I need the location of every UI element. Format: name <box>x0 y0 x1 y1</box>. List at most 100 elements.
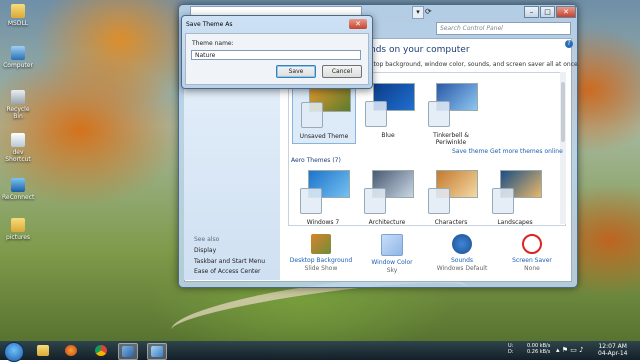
desktop-icon-reconnect[interactable]: ReConnect <box>2 178 34 201</box>
theme-name-input[interactable]: Nature <box>191 50 361 60</box>
setting-value: Windows Default <box>436 265 488 272</box>
taskbar-personalize[interactable] <box>118 343 138 360</box>
screen-saver-setting[interactable]: Screen Saver None <box>497 234 567 272</box>
scrollbar-thumb[interactable] <box>561 82 565 142</box>
setting-label: Window Color <box>371 259 413 266</box>
setting-label: Screen Saver <box>512 257 552 264</box>
desktop-icon-label: ReConnect <box>2 194 35 201</box>
setting-value: Sky <box>386 267 398 274</box>
maximize-button[interactable]: □ <box>540 6 555 18</box>
cancel-button[interactable]: Cancel <box>322 65 362 78</box>
refresh-icon[interactable]: ⟳ <box>425 6 435 17</box>
taskbar-control-panel[interactable] <box>147 343 167 360</box>
page-subtitle: ktop background, window color, sounds, a… <box>370 61 580 68</box>
monitor-icon[interactable]: ▭ <box>570 346 577 354</box>
desktop-icon-label: pictures <box>5 234 31 241</box>
file-explorer-icon <box>37 345 49 356</box>
setting-value: Slide Show <box>304 265 338 272</box>
desktop-icon-label: Recycle Bin <box>6 106 30 120</box>
theme-label: Windows 7 <box>306 219 340 226</box>
theme-name-label: Theme name: <box>192 40 234 47</box>
theme-landscapes[interactable]: Landscapes <box>484 170 546 226</box>
network-icon <box>11 178 25 192</box>
dialog-title: Save Theme As <box>186 21 233 28</box>
theme-label: Tinkerbell & Periwinkle <box>433 132 469 146</box>
desktop-icon-label: Computer <box>3 62 33 69</box>
clock-date: 04-Apr-14 <box>598 350 628 357</box>
see-also-display[interactable]: Display <box>194 247 216 254</box>
desktop-background-setting[interactable]: Desktop Background Slide Show <box>286 234 356 272</box>
theme-glass-preview <box>364 188 386 214</box>
see-also-ease-of-access[interactable]: Ease of Access Center <box>194 268 261 275</box>
theme-glass-preview <box>365 101 387 127</box>
desktop-background-icon <box>311 234 331 254</box>
save-theme-link[interactable]: Save theme <box>452 148 488 155</box>
control-panel-icon <box>151 346 163 357</box>
folder-icon <box>11 4 25 18</box>
clock-time: 12:07 AM <box>598 343 627 350</box>
sounds-icon <box>452 234 472 254</box>
theme-label: Characters <box>434 219 468 226</box>
theme-blue[interactable]: Blue <box>357 83 419 139</box>
see-also-taskbar[interactable]: Taskbar and Start Menu <box>194 258 265 265</box>
theme-glass-preview <box>428 188 450 214</box>
theme-glass-preview <box>428 101 450 127</box>
network-speed-labels: U: D: <box>508 343 514 355</box>
desktop-icon-msdll[interactable]: MSDLL <box>2 4 34 27</box>
theme-glass-preview <box>492 188 514 214</box>
close-button[interactable]: ✕ <box>556 6 576 18</box>
theme-label: Landscapes <box>497 219 533 226</box>
taskbar-chrome[interactable] <box>92 343 110 358</box>
shortcut-icon <box>11 133 25 147</box>
desktop-icon-recycle-bin[interactable]: Recycle Bin <box>2 90 34 120</box>
chevron-up-icon[interactable]: ▴ <box>556 346 560 354</box>
recycle-bin-icon <box>11 90 25 104</box>
flag-icon[interactable]: ⚑ <box>562 346 568 354</box>
download-label: D: <box>508 349 514 355</box>
start-button[interactable] <box>4 342 24 362</box>
setting-label: Desktop Background <box>289 257 353 264</box>
theme-architecture[interactable]: Architecture <box>356 170 418 226</box>
window-color-icon <box>381 234 403 256</box>
window-controls: – □ ✕ <box>523 6 576 18</box>
setting-label: Sounds <box>450 257 474 264</box>
firefox-icon <box>65 345 77 356</box>
theme-windows7[interactable]: Windows 7 <box>292 170 354 226</box>
theme-label: Unsaved Theme <box>299 133 349 140</box>
sounds-setting[interactable]: Sounds Windows Default <box>427 234 497 272</box>
theme-characters[interactable]: Characters <box>420 170 482 226</box>
search-input[interactable]: Search Control Panel <box>436 22 571 35</box>
folder-icon <box>11 218 25 232</box>
desktop-icon-pictures[interactable]: pictures <box>2 218 34 241</box>
system-clock[interactable]: 12:07 AM 04-Apr-14 <box>598 343 627 357</box>
theme-label: Architecture <box>368 219 406 226</box>
chevron-down-icon[interactable]: ▾ <box>412 6 424 19</box>
setting-value: None <box>524 265 540 272</box>
computer-icon <box>11 46 25 60</box>
theme-glass-preview <box>301 102 323 128</box>
theme-tinkerbell[interactable]: Tinkerbell & Periwinkle <box>420 83 482 146</box>
dialog-close-button[interactable]: ✕ <box>349 19 367 29</box>
theme-unsaved[interactable]: Unsaved Theme <box>292 80 356 144</box>
tray-icons[interactable]: ▴ ⚑ ▭ ♪ <box>556 343 584 357</box>
network-speed-values: 0.00 kB/s 0.26 kB/s <box>527 343 550 355</box>
taskbar-explorer[interactable] <box>34 343 52 358</box>
desktop-icon-computer[interactable]: Computer <box>2 46 34 69</box>
window-color-setting[interactable]: Window Color Sky <box>357 234 427 274</box>
save-button[interactable]: Save <box>276 65 316 78</box>
download-speed: 0.26 kB/s <box>527 349 551 355</box>
theme-label: Blue <box>381 132 395 139</box>
desktop-icon-dev-shortcut[interactable]: dev Shortcut <box>2 133 34 163</box>
taskbar-firefox[interactable] <box>62 343 80 358</box>
desktop-icon-label: dev Shortcut <box>5 149 31 163</box>
minimize-button[interactable]: – <box>524 6 539 18</box>
page-title: nds on your computer <box>370 45 470 55</box>
chrome-icon <box>95 345 107 356</box>
volume-icon[interactable]: ♪ <box>579 346 583 354</box>
theme-glass-preview <box>300 188 322 214</box>
screen-saver-icon <box>522 234 542 254</box>
personalize-icon <box>122 346 134 357</box>
get-more-themes-link[interactable]: Get more themes online <box>490 148 563 155</box>
see-also-title: See also <box>194 236 220 243</box>
help-icon[interactable]: ? <box>565 40 573 48</box>
